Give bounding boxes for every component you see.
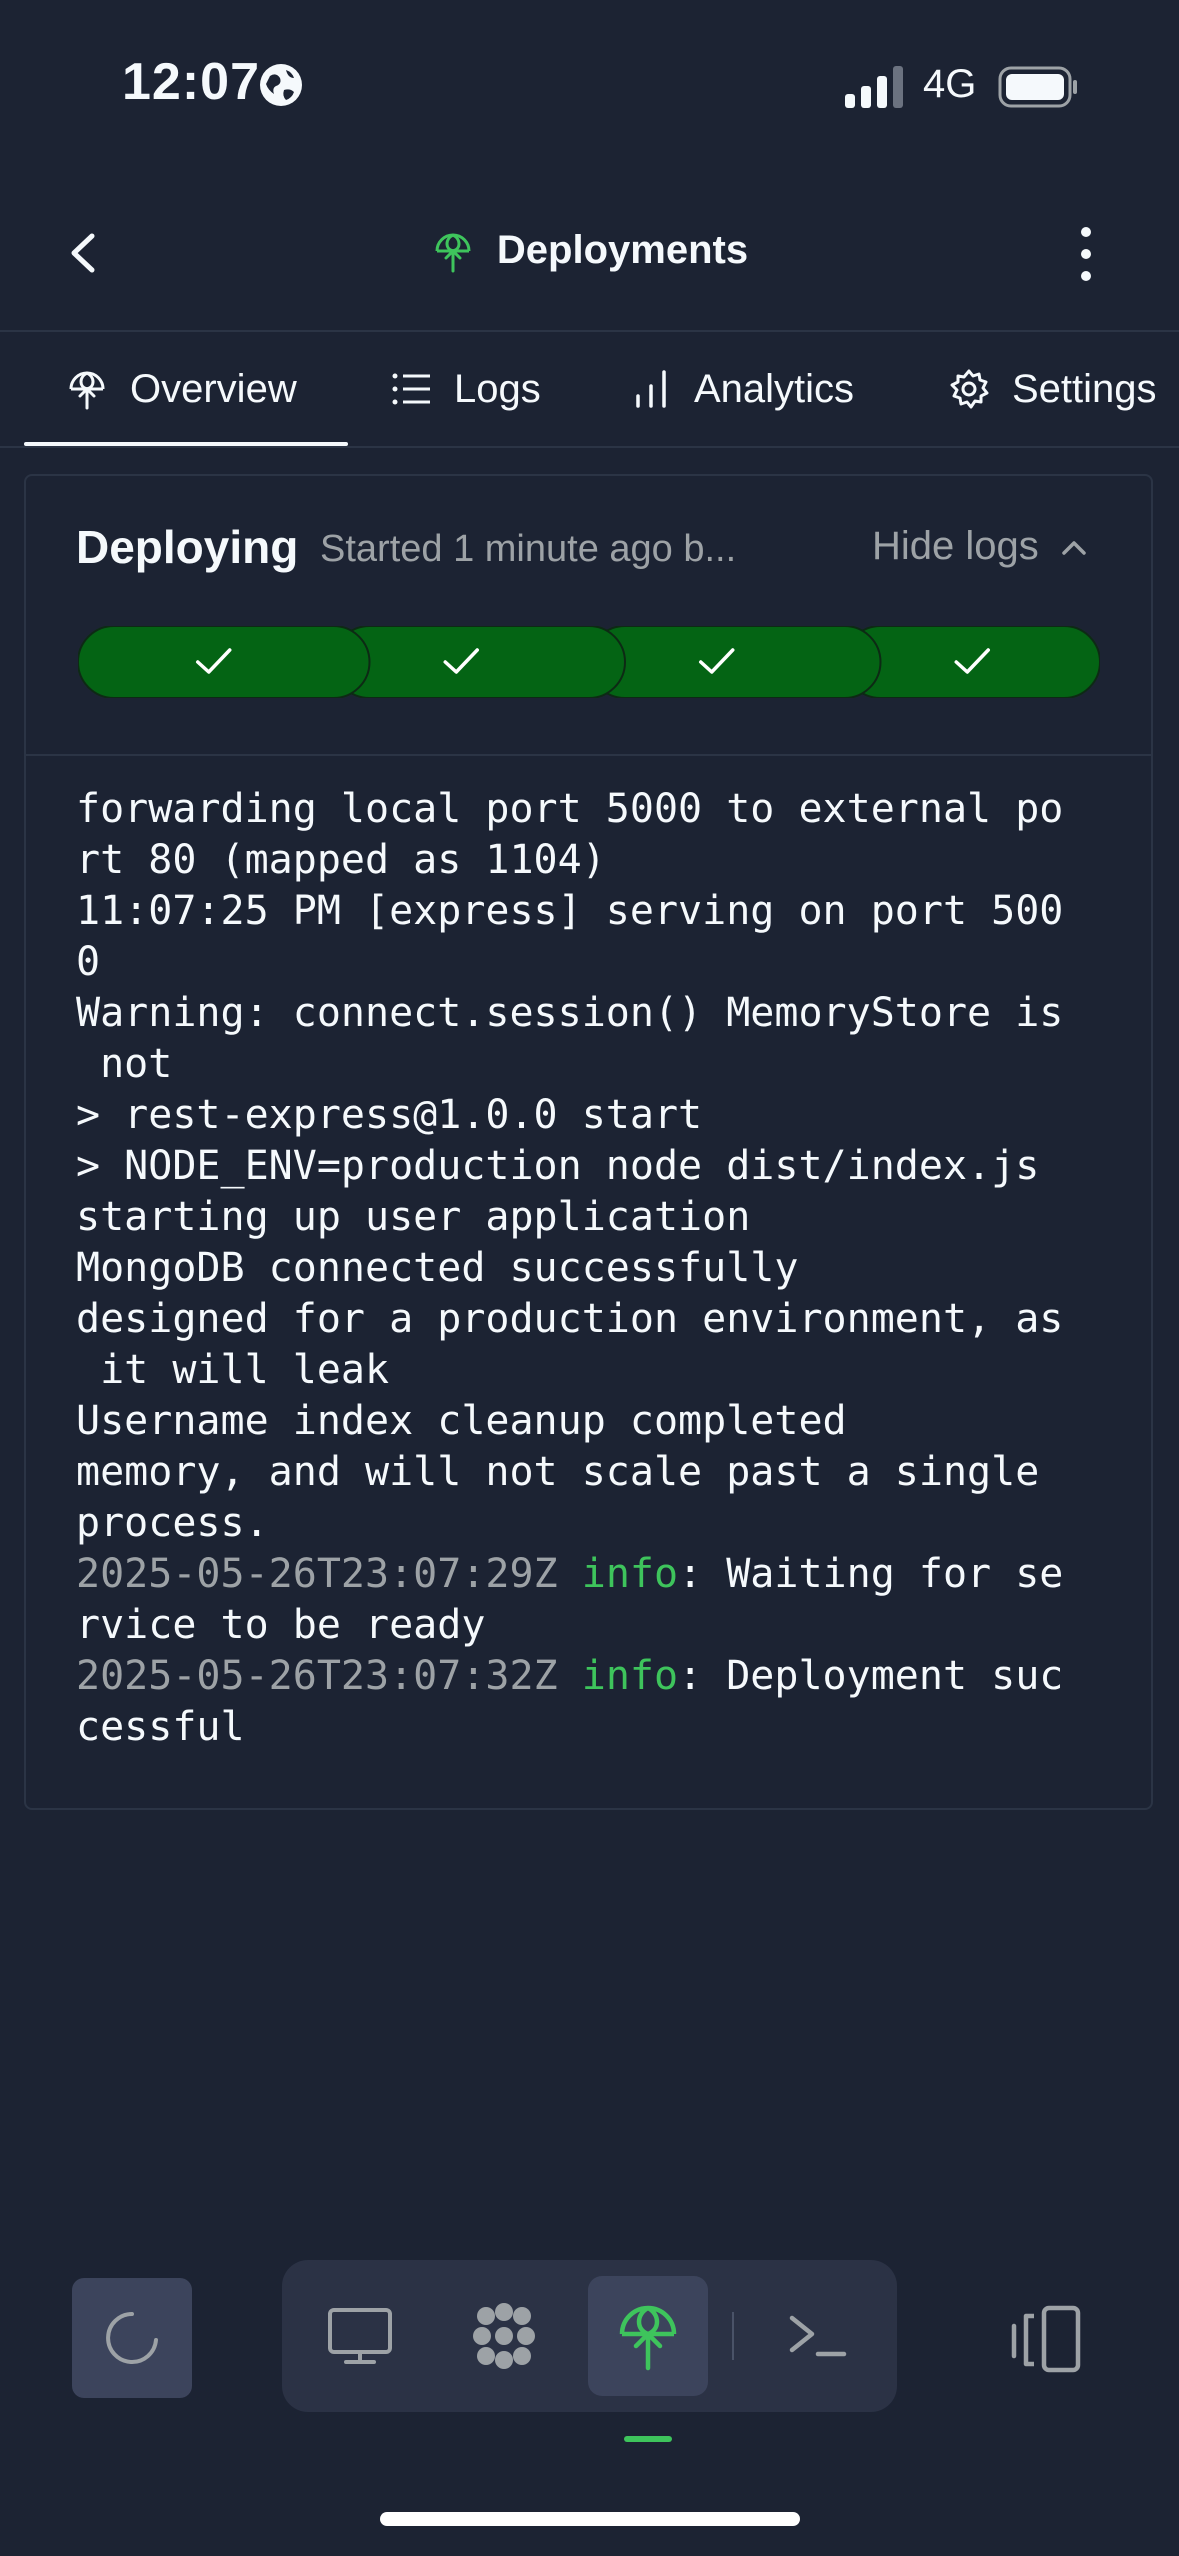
log-line: Username index cleanup completed [76, 1396, 1126, 1447]
log-text: > rest-express@1.0.0 start [76, 1092, 703, 1138]
list-icon [392, 373, 430, 405]
tab-analytics[interactable]: Analytics [630, 332, 854, 446]
desktop-button[interactable] [300, 2276, 420, 2396]
log-timestamp: 2025-05-26T23:07:29Z [76, 1551, 558, 1597]
active-tab-indicator [24, 442, 348, 446]
tools-grid-icon [473, 2303, 535, 2369]
log-text: MongoDB connected successfully [76, 1245, 799, 1291]
log-text: : Waiting for se [678, 1551, 1064, 1597]
bar-chart-icon [636, 370, 666, 408]
progress-step [588, 626, 882, 698]
home-indicator [380, 2512, 800, 2526]
log-line: 0 [76, 937, 1126, 988]
log-text: process. [76, 1500, 269, 1546]
log-line: rvice to be ready [76, 1600, 1126, 1651]
progress-step [332, 626, 626, 698]
tab-label: Analytics [694, 366, 855, 411]
log-text: rt 80 (mapped as 1104) [76, 837, 606, 883]
log-line: forwarding local port 5000 to external p… [76, 784, 1126, 835]
shell-icon [789, 2315, 847, 2357]
tab-label: Overview [130, 366, 297, 411]
log-level: info [581, 1551, 679, 1597]
loading-spinner-icon [106, 2312, 158, 2364]
log-text: Username index cleanup completed [76, 1398, 847, 1444]
gear-icon [950, 369, 989, 409]
app-header: Deployments [0, 200, 1179, 332]
desktop-icon [328, 2308, 392, 2364]
deployment-card-header: Deploying Started 1 minute ago b... Hide… [26, 476, 1151, 756]
deployment-log: forwarding local port 5000 to external p… [76, 784, 1126, 1753]
log-line: MongoDB connected successfully [76, 1243, 1126, 1294]
log-text: it will leak [76, 1347, 390, 1393]
tab-bar: Overview Logs Analytics Settings [0, 332, 1179, 448]
log-text: : Deployment suc [678, 1653, 1064, 1699]
tab-settings[interactable]: Settings [948, 332, 1157, 446]
deployments-icon [619, 2305, 677, 2371]
deployment-card: Deploying Started 1 minute ago b... Hide… [24, 474, 1153, 1810]
log-line: it will leak [76, 1345, 1126, 1396]
log-line: designed for a production environment, a… [76, 1294, 1126, 1345]
log-text: 0 [76, 939, 101, 985]
tools-button[interactable] [444, 2276, 564, 2396]
log-line: cessful [76, 1702, 1126, 1753]
deployments-icon [435, 233, 471, 272]
log-level: info [581, 1653, 679, 1699]
divider [732, 2312, 734, 2360]
network-type: 4G [923, 62, 977, 106]
log-line: memory, and will not scale past a single [76, 1447, 1126, 1498]
log-line: > rest-express@1.0.0 start [76, 1090, 1126, 1141]
log-text: 11:07:25 PM [express] serving on port 50… [76, 888, 1064, 934]
hide-logs-button[interactable]: Hide logs [872, 524, 1089, 569]
log-line: 11:07:25 PM [express] serving on port 50… [76, 886, 1126, 937]
log-line: not [76, 1039, 1126, 1090]
log-line: starting up user application [76, 1192, 1126, 1243]
status-bar: 12:07 4G [0, 0, 1179, 170]
log-text: not [76, 1041, 173, 1087]
log-line: 2025-05-26T23:07:32Z info: Deployment su… [76, 1651, 1126, 1702]
log-text: > NODE_ENV=production node dist/index.js [76, 1143, 1040, 1189]
log-line: 2025-05-26T23:07:29Z info: Waiting for s… [76, 1549, 1126, 1600]
shell-button[interactable] [758, 2276, 878, 2396]
workspace-tool-switcher [282, 2260, 897, 2412]
bottom-nav [0, 2260, 1179, 2442]
devices-icon[interactable] [1008, 2302, 1084, 2378]
chevron-up-icon [1062, 540, 1086, 555]
log-text: designed for a production environment, a… [76, 1296, 1064, 1342]
deployment-status: Deploying [76, 521, 299, 573]
log-text: forwarding local port 5000 to external p… [76, 786, 1064, 832]
page-title: Deployments [496, 228, 749, 272]
log-timestamp: 2025-05-26T23:07:32Z [76, 1653, 558, 1699]
log-text: starting up user application [76, 1194, 751, 1240]
active-nav-indicator [624, 2436, 672, 2442]
log-text: rvice to be ready [76, 1602, 486, 1648]
log-line: process. [76, 1498, 1126, 1549]
globe-icon [260, 64, 302, 106]
log-text: Warning: connect.session() MemoryStore i… [76, 990, 1064, 1036]
deployment-progress-steps [78, 626, 1100, 698]
more-options-icon[interactable] [1066, 222, 1106, 286]
cellular-signal-icon [845, 66, 903, 108]
log-line: rt 80 (mapped as 1104) [76, 835, 1126, 886]
log-text: memory, and will not scale past a single [76, 1449, 1040, 1495]
tab-overview[interactable]: Overview [66, 332, 297, 446]
log-text: cessful [76, 1704, 245, 1750]
battery-icon [998, 66, 1077, 108]
log-line: Warning: connect.session() MemoryStore i… [76, 988, 1126, 1039]
tab-label: Logs [454, 366, 541, 411]
tab-label: Settings [1012, 366, 1157, 411]
deployment-started-text: Started 1 minute ago b... [320, 528, 737, 570]
log-line: > NODE_ENV=production node dist/index.js [76, 1141, 1126, 1192]
tab-logs[interactable]: Logs [390, 332, 541, 446]
progress-step [843, 626, 1100, 698]
hide-logs-label: Hide logs [872, 524, 1039, 568]
header-title-group: Deployments [0, 228, 1179, 273]
progress-step [78, 626, 371, 698]
deployments-icon [69, 371, 105, 410]
status-time: 12:07 [122, 53, 260, 111]
loading-button[interactable] [72, 2278, 192, 2398]
deployments-button[interactable] [588, 2276, 708, 2396]
